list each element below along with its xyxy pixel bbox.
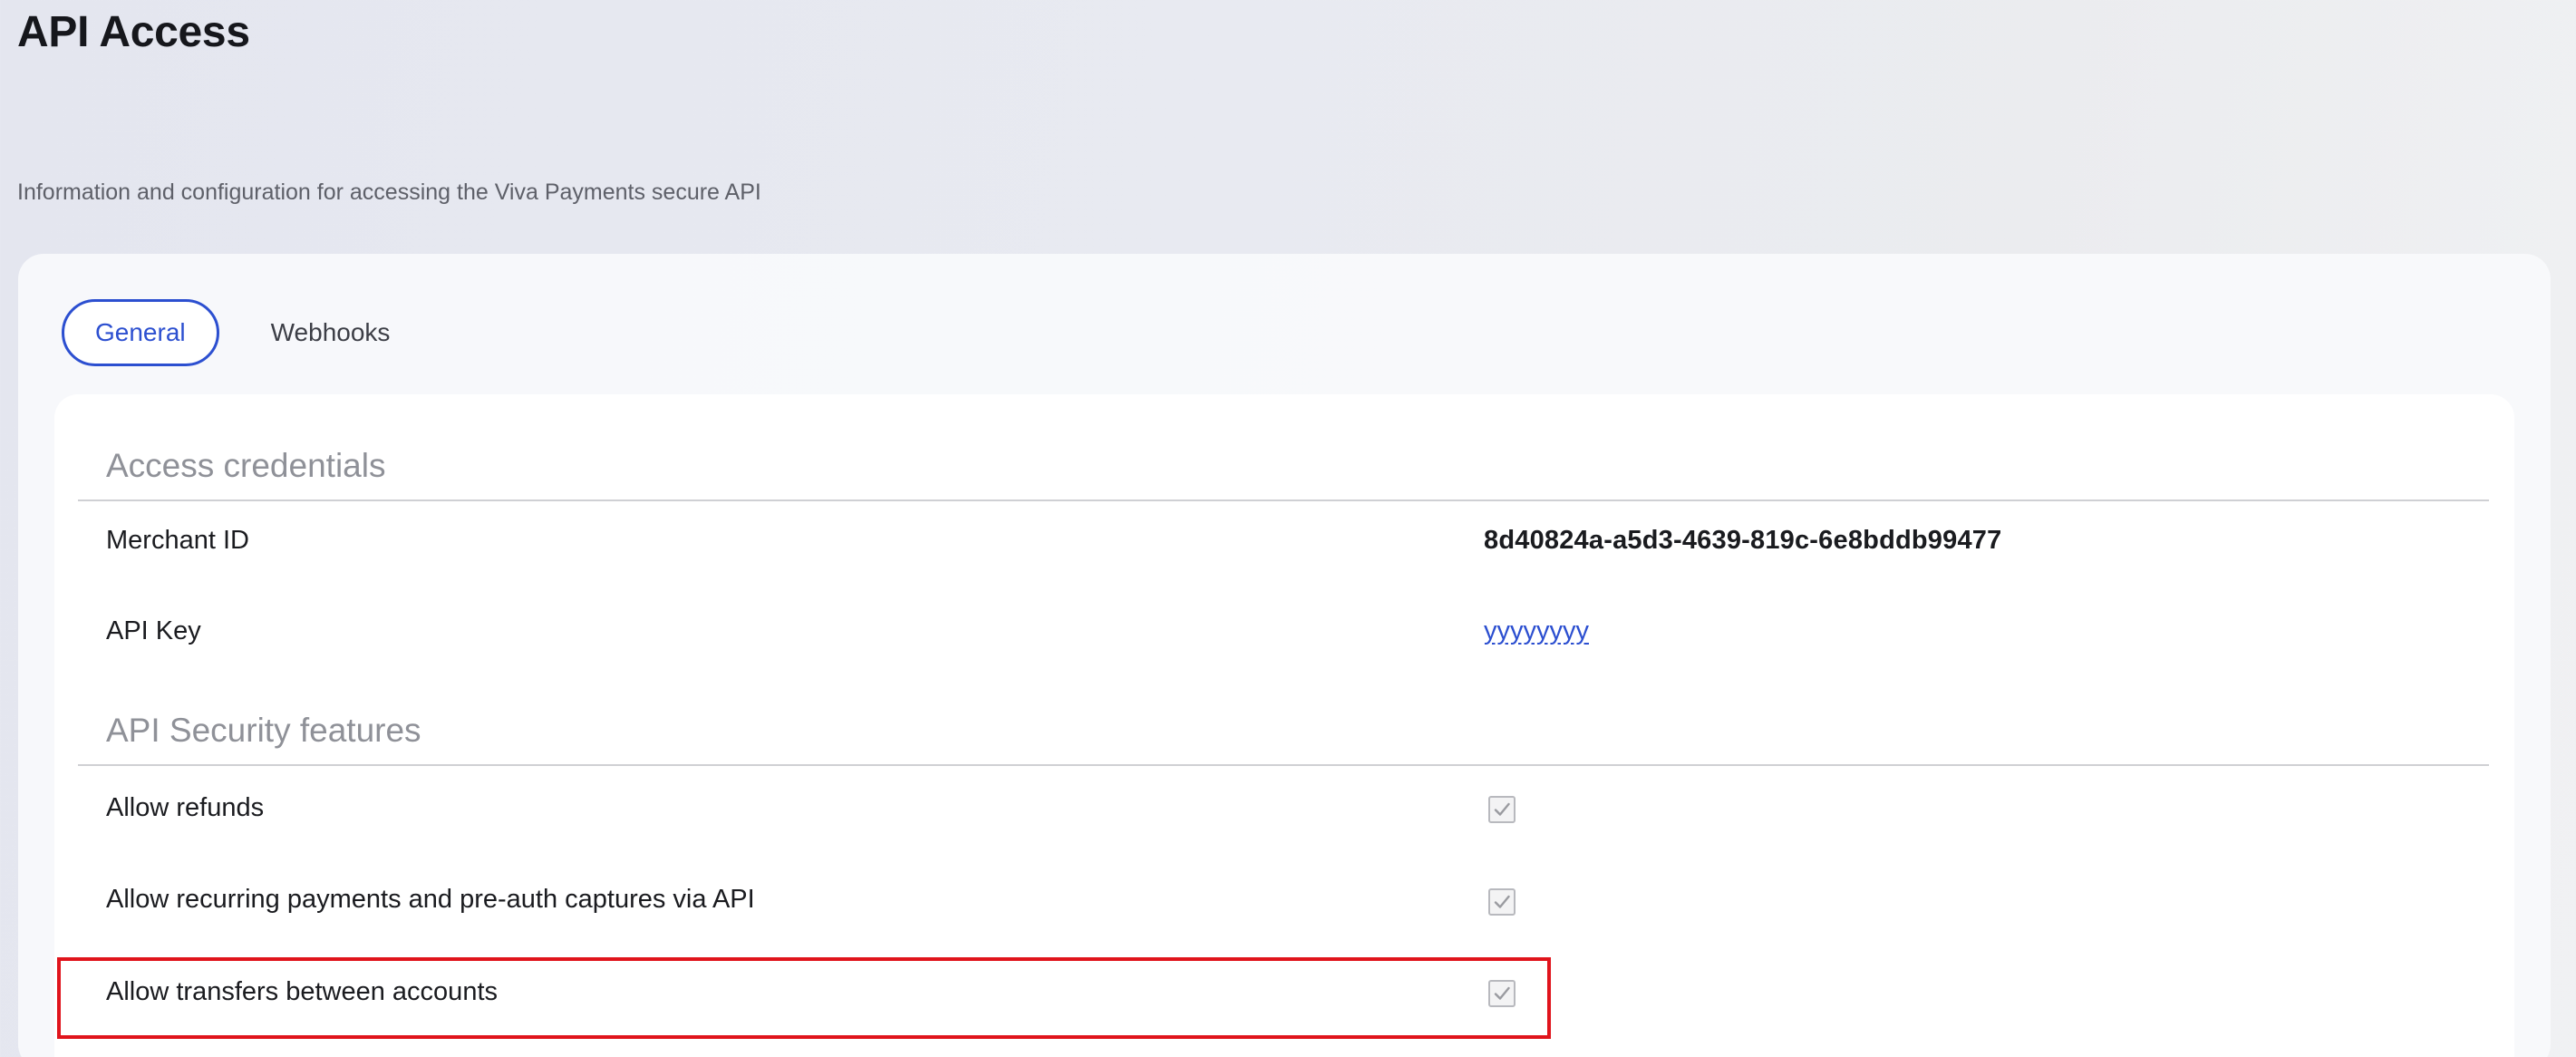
api-key-label: API Key <box>106 616 201 645</box>
merchant-id-label: Merchant ID <box>106 526 249 555</box>
section-title-api-security-features: API Security features <box>106 712 421 749</box>
allow-refunds-checkbox[interactable] <box>1488 796 1516 823</box>
allow-recurring-payments-label: Allow recurring payments and pre-auth ca… <box>106 885 755 914</box>
section-divider <box>78 764 2489 766</box>
merchant-id-value: 8d40824a-a5d3-4639-819c-6e8bddb99477 <box>1484 526 2002 555</box>
checkmark-icon <box>1494 802 1510 816</box>
page-title: API Access <box>17 8 250 56</box>
tab-bar: General Webhooks <box>62 299 423 366</box>
section-title-access-credentials: Access credentials <box>106 447 386 484</box>
api-access-card: General Webhooks Access credentials Merc… <box>18 254 2551 1057</box>
allow-recurring-payments-checkbox[interactable] <box>1488 888 1516 916</box>
section-divider <box>78 499 2489 501</box>
tab-webhooks[interactable]: Webhooks <box>237 299 424 366</box>
tab-general[interactable]: General <box>62 299 219 366</box>
checkmark-icon <box>1494 895 1510 908</box>
allow-transfers-label: Allow transfers between accounts <box>106 977 498 1006</box>
allow-refunds-label: Allow refunds <box>106 793 265 822</box>
page-subtitle: Information and configuration for access… <box>17 179 761 205</box>
api-key-link[interactable]: yyyyyyyy <box>1484 616 1589 646</box>
checkmark-icon <box>1494 986 1510 1000</box>
general-panel: Access credentials Merchant ID 8d40824a-… <box>54 394 2514 1057</box>
allow-transfers-checkbox[interactable] <box>1488 980 1516 1007</box>
